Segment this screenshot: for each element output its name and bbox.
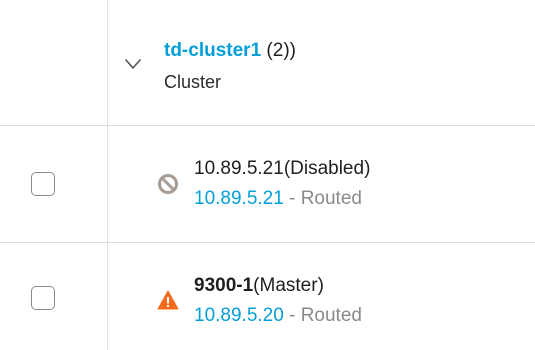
cluster-name-link[interactable]: td-cluster1	[164, 40, 261, 61]
row-checkbox[interactable]	[31, 286, 55, 310]
device-row: 9300-1(Master) 10.89.5.20 - Routed	[0, 243, 535, 350]
separator: -	[283, 305, 301, 326]
device-role: (Master)	[253, 275, 324, 296]
warning-icon	[157, 290, 179, 310]
cluster-title: td-cluster1 (2))	[164, 40, 296, 62]
device-role: (Disabled)	[283, 158, 371, 179]
device-subtitle: 10.89.5.21 - Routed	[194, 188, 362, 210]
cluster-count: (2))	[261, 40, 296, 61]
cluster-group-row: td-cluster1 (2)) Cluster	[0, 0, 535, 125]
disabled-icon	[158, 174, 178, 194]
cluster-type-label: Cluster	[164, 72, 222, 92]
device-ip-link[interactable]: 10.89.5.21	[194, 188, 284, 209]
device-mode: Routed	[300, 188, 362, 209]
device-title: 10.89.5.21(Disabled)	[194, 158, 370, 180]
separator: -	[283, 188, 301, 209]
chevron-down-icon[interactable]	[124, 58, 142, 70]
device-table: td-cluster1 (2)) Cluster 10.89.5.21(Disa…	[0, 0, 535, 350]
device-name: 9300-1	[194, 275, 254, 296]
row-checkbox[interactable]	[31, 172, 55, 196]
device-ip-link[interactable]: 10.89.5.20	[194, 305, 284, 326]
device-subtitle: 10.89.5.20 - Routed	[194, 305, 362, 327]
device-name: 10.89.5.21	[194, 158, 284, 179]
device-title: 9300-1(Master)	[194, 275, 324, 297]
device-row: 10.89.5.21(Disabled) 10.89.5.21 - Routed	[0, 126, 535, 242]
device-mode: Routed	[300, 305, 362, 326]
